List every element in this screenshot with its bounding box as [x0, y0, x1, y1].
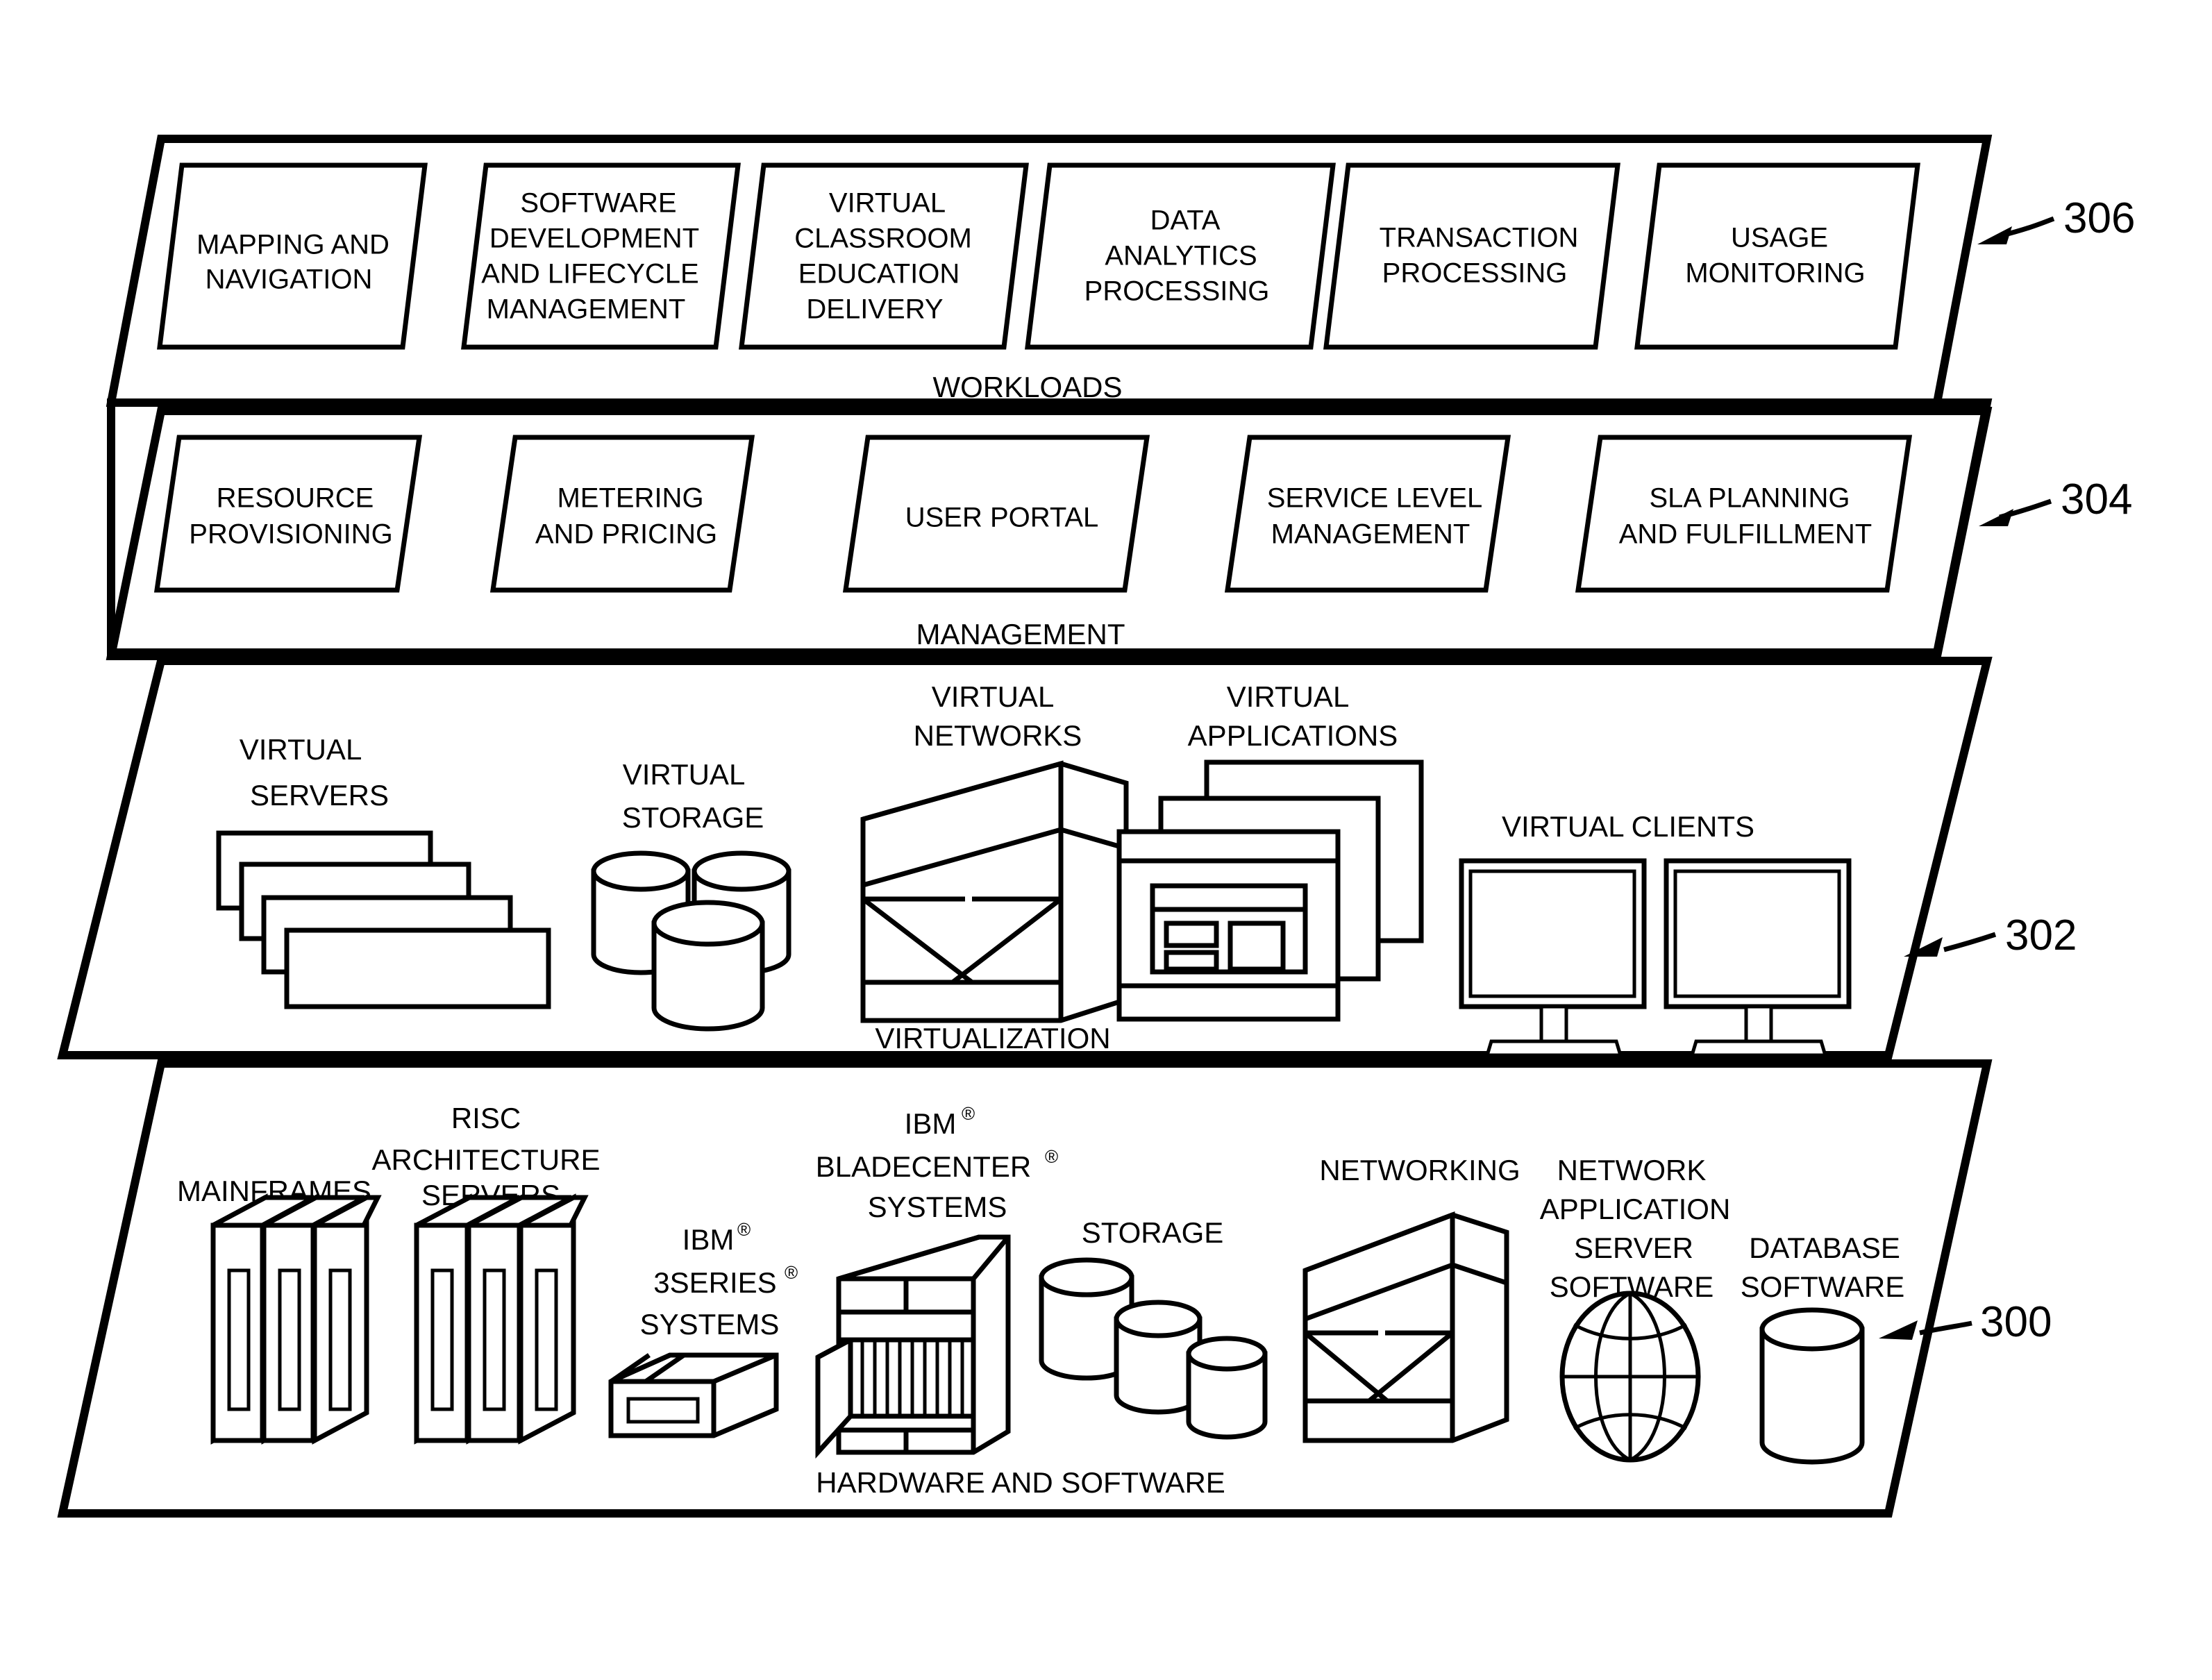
ref-306-label: 306 — [2063, 194, 2135, 242]
virtual-storage-label-line-1: STORAGE — [622, 801, 764, 834]
management-box-4-line-1: AND FULFILLMENT — [1619, 519, 1872, 550]
networking-icon — [1302, 1211, 1509, 1443]
virtual-storage-label-line-0: VIRTUAL — [623, 758, 746, 791]
workload-box-2-line-0: VIRTUAL — [829, 188, 946, 219]
network-app-label-line-0: NETWORK — [1557, 1154, 1707, 1186]
virtual-networks-label-line-1: NETWORKS — [914, 719, 1082, 752]
workload-box-2-line-2: EDUCATION — [798, 259, 960, 289]
management-box-3[interactable] — [1224, 435, 1511, 593]
ref-304-arrowhead — [1979, 509, 2013, 526]
ref-300-label: 300 — [1980, 1298, 2052, 1346]
figure-canvas: MAPPING AND NAVIGATION SOFTWARE DEVELOPM… — [0, 0, 2212, 1680]
mainframes-icon — [210, 1193, 382, 1445]
workload-box-5-line-0: USAGE — [1731, 223, 1828, 253]
layer-workloads: MAPPING AND NAVIGATION SOFTWARE DEVELOPM… — [106, 135, 2135, 407]
workload-box-0-line-1: NAVIGATION — [206, 264, 373, 295]
ibm-3series-reg-0: ® — [737, 1219, 751, 1240]
storage-icon — [1039, 1257, 1268, 1440]
database-software-label-line-0: DATABASE — [1749, 1232, 1900, 1264]
management-box-0-line-1: PROVISIONING — [189, 519, 392, 550]
layer-hardware-software: MAINFRAMES RISC ARCHITECTURE SERVERS — [57, 1059, 2052, 1518]
ibm-3series-reg-1: ® — [785, 1262, 798, 1283]
virtual-storage-icon — [591, 850, 791, 1032]
layer-management: RESOURCE PROVISIONING METERING AND PRICI… — [106, 398, 2132, 660]
ibm-bladecenter-label: IBM ® BLADECENTER ® SYSTEMS — [816, 1103, 1058, 1223]
workload-box-2-line-1: CLASSROOM — [794, 224, 972, 254]
cloud-abstraction-layers-diagram: MAPPING AND NAVIGATION SOFTWARE DEVELOPM… — [57, 135, 2135, 1518]
virtual-clients-label-line-0: VIRTUAL CLIENTS — [1502, 810, 1754, 843]
ref-306-arrowhead — [1977, 226, 2012, 244]
network-app-label-line-1: APPLICATION — [1540, 1193, 1731, 1225]
ibm-bladecenter-label-line-0: IBM — [905, 1107, 957, 1140]
workload-box-5[interactable] — [1634, 162, 1920, 350]
networking-label: NETWORKING — [1319, 1154, 1520, 1186]
management-box-0-line-0: RESOURCE — [217, 483, 374, 514]
risc-servers-label-line-1: ARCHITECTURE — [371, 1143, 600, 1176]
workload-box-2-line-3: DELIVERY — [806, 294, 943, 325]
hardware-layer-label: HARDWARE AND SOFTWARE — [816, 1466, 1225, 1499]
ibm-3series-label-line-2: SYSTEMS — [640, 1308, 780, 1341]
workload-box-1-line-3: MANAGEMENT — [487, 294, 686, 325]
storage-label: STORAGE — [1082, 1216, 1224, 1249]
ibm-bladecenter-reg-0: ® — [962, 1103, 975, 1124]
management-box-1-line-0: METERING — [557, 483, 703, 514]
ibm-bladecenter-label-line-1: BLADECENTER — [816, 1150, 1031, 1183]
virtual-servers-label-line-1: SERVERS — [250, 779, 389, 812]
virtualization-layer-label: VIRTUALIZATION — [875, 1022, 1110, 1055]
virtual-servers-icon — [216, 830, 551, 1009]
virtual-servers-label-line-0: VIRTUAL — [240, 733, 362, 766]
ref-302-leader — [1943, 932, 1997, 952]
ref-300-arrowhead — [1879, 1320, 1918, 1340]
management-box-0[interactable] — [153, 435, 423, 593]
ibm-bladecenter-reg-1: ® — [1045, 1146, 1058, 1167]
virtual-networks-icon — [860, 760, 1129, 1023]
workload-box-3-line-1: ANALYTICS — [1105, 241, 1257, 271]
workload-box-1-line-0: SOFTWARE — [520, 188, 676, 219]
workload-box-4-line-0: TRANSACTION — [1380, 223, 1579, 253]
ibm-3series-icon — [608, 1352, 779, 1438]
network-app-server-software-icon — [1559, 1291, 1701, 1463]
ibm-3series-label-line-0: IBM — [682, 1223, 735, 1256]
ref-302-arrowhead — [1904, 937, 1943, 957]
management-box-3-line-1: MANAGEMENT — [1271, 519, 1471, 550]
layer-virtualization: VIRTUAL SERVERS VIRTUAL STORAGE VIRTUAL … — [57, 657, 2077, 1059]
workload-box-5-line-1: MONITORING — [1685, 258, 1865, 289]
ref-304-label: 304 — [2061, 476, 2132, 523]
ibm-3series-label-line-1: 3SERIES — [653, 1266, 776, 1299]
management-box-4-line-0: SLA PLANNING — [1649, 483, 1850, 514]
virtual-applications-label-line-0: VIRTUAL — [1227, 680, 1350, 713]
management-box-3-line-0: SERVICE LEVEL — [1267, 483, 1483, 514]
ibm-bladecenter-icon — [815, 1234, 1011, 1459]
ref-302-label: 302 — [2005, 912, 2077, 959]
risc-servers-label-line-0: RISC — [451, 1102, 521, 1134]
workloads-layer-label: WORKLOADS — [932, 371, 1122, 403]
ibm-3series-label: IBM ® 3SERIES ® SYSTEMS — [640, 1219, 798, 1341]
workload-box-1-line-1: DEVELOPMENT — [489, 224, 699, 254]
database-software-label-line-1: SOFTWARE — [1741, 1270, 1904, 1303]
management-box-1[interactable] — [489, 435, 755, 593]
virtual-clients-icon — [1459, 858, 1852, 1057]
management-box-4[interactable] — [1575, 435, 1913, 593]
workload-box-3-line-0: DATA — [1150, 205, 1221, 236]
workload-box-4-line-1: PROCESSING — [1382, 258, 1568, 289]
virtual-applications-icon — [1116, 759, 1424, 1022]
workload-box-0-line-0: MAPPING AND — [196, 230, 389, 260]
virtual-applications-label-line-1: APPLICATIONS — [1188, 719, 1398, 752]
virtual-networks-label-line-0: VIRTUAL — [932, 680, 1055, 713]
workload-box-4[interactable] — [1323, 162, 1620, 350]
ibm-bladecenter-label-line-2: SYSTEMS — [868, 1191, 1007, 1223]
risc-servers-icon — [414, 1193, 589, 1445]
workload-box-3-line-2: PROCESSING — [1084, 276, 1270, 307]
management-layer-label: MANAGEMENT — [916, 618, 1125, 650]
database-software-icon — [1759, 1307, 1865, 1465]
management-box-1-line-1: AND PRICING — [535, 519, 717, 550]
management-box-2-line-0: USER PORTAL — [905, 503, 1099, 533]
workload-box-1-line-2: AND LIFECYCLE — [481, 259, 698, 289]
network-app-label-line-2: SERVER — [1574, 1232, 1693, 1264]
